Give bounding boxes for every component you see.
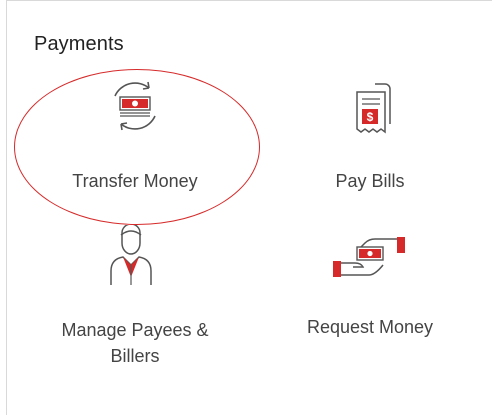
transfer-money-icon bbox=[114, 81, 156, 131]
svg-text:$: $ bbox=[367, 110, 374, 124]
panel-divider-left bbox=[6, 0, 7, 415]
request-money-tile[interactable]: Request Money bbox=[275, 225, 465, 355]
manage-payees-label-line1: Manage Payees & bbox=[61, 320, 209, 340]
payments-panel: Payments Transfer Money $ Pay Bills Mana… bbox=[0, 0, 492, 415]
transfer-money-label: Transfer Money bbox=[72, 171, 198, 191]
manage-payees-label-line2: Billers bbox=[110, 346, 160, 366]
pay-bills-tile[interactable]: $ Pay Bills bbox=[275, 80, 465, 210]
request-money-label: Request Money bbox=[306, 317, 434, 337]
bill-receipt-icon: $ bbox=[356, 83, 391, 134]
manage-payees-tile[interactable]: Manage Payees & Billers bbox=[30, 225, 240, 375]
pay-bills-label: Pay Bills bbox=[335, 171, 405, 191]
panel-divider-top bbox=[6, 0, 492, 1]
request-money-hand-icon bbox=[333, 237, 405, 277]
transfer-money-tile[interactable]: Transfer Money bbox=[30, 80, 240, 210]
person-manager-icon bbox=[110, 225, 152, 285]
payments-heading: Payments bbox=[34, 33, 124, 55]
